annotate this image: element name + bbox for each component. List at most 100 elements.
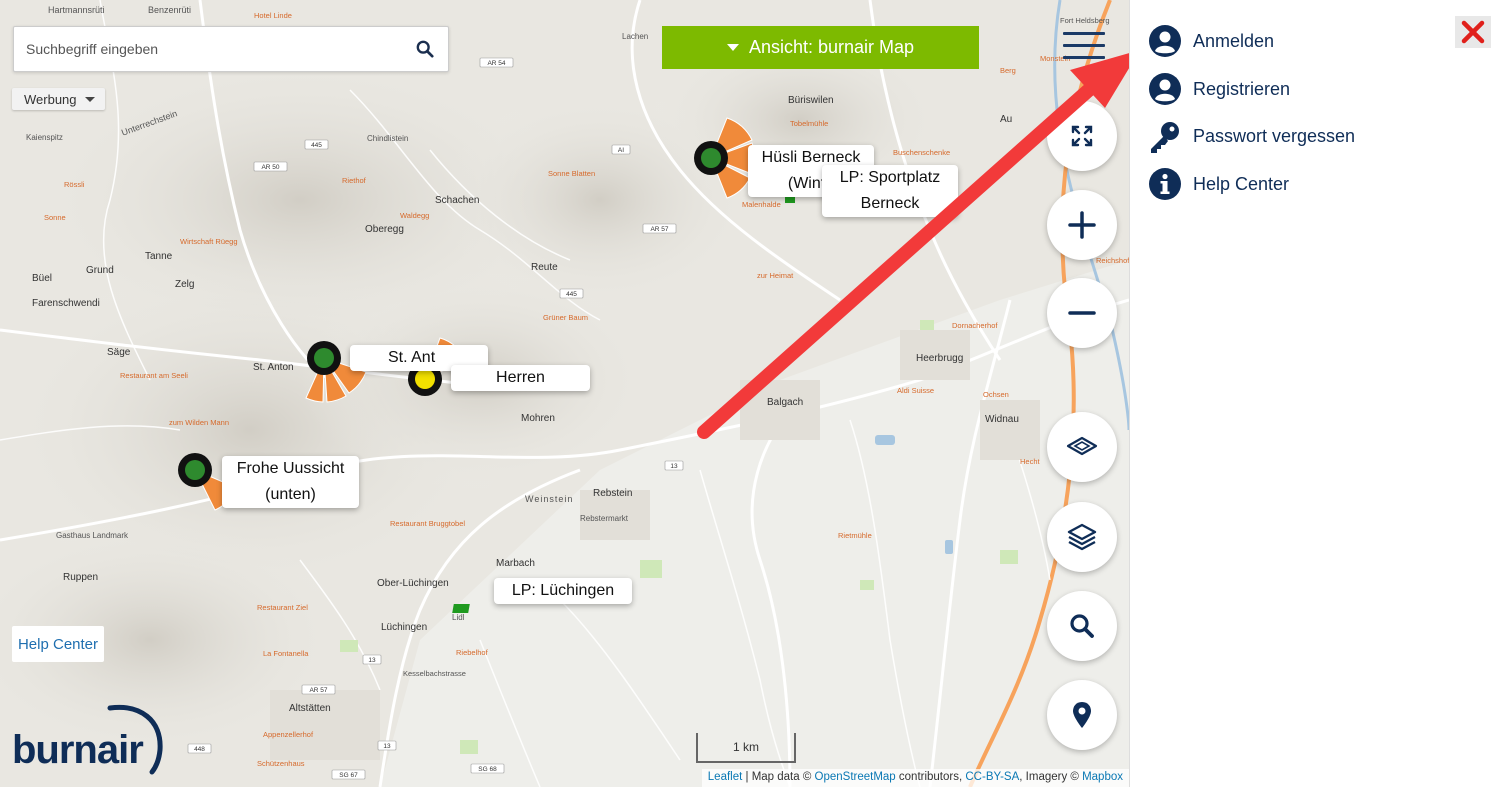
place-label: Waldegg bbox=[400, 211, 430, 220]
marker-label-sportplatz-berneck[interactable]: LP: Sportplatz Berneck bbox=[822, 165, 958, 217]
place-label: Rössli bbox=[64, 180, 85, 189]
place-label: Weinstein bbox=[525, 494, 574, 504]
view-selector-label: Ansicht: burnair Map bbox=[748, 37, 915, 57]
place-label: Schachen bbox=[435, 195, 480, 206]
map-attribution: Leaflet | Map data © OpenStreetMap contr… bbox=[701, 769, 1129, 787]
place-label: Balgach bbox=[767, 397, 804, 408]
place-label: Berg bbox=[1000, 66, 1016, 75]
layers-button[interactable] bbox=[1047, 502, 1117, 572]
place-label: Marbach bbox=[496, 558, 535, 569]
user-circle-icon bbox=[1148, 24, 1182, 58]
landing-marker-luechingen[interactable] bbox=[452, 604, 470, 613]
scale-bar: 1 km bbox=[696, 733, 796, 763]
launch-marker-st-anton[interactable] bbox=[307, 341, 341, 375]
zoom-in-button[interactable] bbox=[1047, 190, 1117, 260]
osm-link[interactable]: OpenStreetMap bbox=[815, 771, 896, 783]
zoom-out-button[interactable] bbox=[1047, 278, 1117, 348]
caret-down-icon bbox=[84, 96, 95, 102]
place-label: Widnau bbox=[985, 414, 1019, 425]
plus-icon bbox=[1068, 211, 1096, 239]
place-label: Benzenrüti bbox=[148, 5, 192, 15]
launch-marker-husli-berneck[interactable] bbox=[694, 141, 728, 175]
place-label: Oberegg bbox=[365, 224, 404, 235]
place-label: Lidl bbox=[452, 613, 465, 622]
place-label: Restaurant Bruggtobel bbox=[390, 519, 466, 528]
place-label: Büriswilen bbox=[788, 95, 834, 106]
place-label: Schützenhaus bbox=[257, 759, 305, 768]
layer-flat-icon bbox=[1066, 436, 1098, 456]
place-label: Heerbrugg bbox=[916, 353, 964, 364]
place-label: Kesselbachstrasse bbox=[403, 669, 466, 678]
marker-label-luechingen[interactable]: LP: Lüchingen bbox=[494, 578, 632, 604]
license-link[interactable]: CC-BY-SA bbox=[965, 771, 1019, 783]
location-pin-icon bbox=[1073, 702, 1091, 728]
place-label: Altstätten bbox=[289, 703, 331, 714]
scale-label: 1 km bbox=[732, 740, 759, 754]
mapbox-link[interactable]: Mapbox bbox=[1082, 771, 1123, 783]
place-label: Grüner Baum bbox=[543, 313, 589, 322]
map-search-button[interactable] bbox=[1047, 591, 1117, 661]
place-label: Lachen bbox=[622, 32, 649, 41]
place-label: Wirtschaft Rüegg bbox=[180, 237, 238, 246]
place-label: Reute bbox=[531, 262, 558, 273]
search-input[interactable] bbox=[14, 27, 402, 71]
menu-item-register[interactable]: Registrieren bbox=[1148, 71, 1290, 107]
minus-icon bbox=[1068, 311, 1096, 315]
search-icon bbox=[1070, 614, 1094, 638]
marker-label-herren[interactable]: Herren bbox=[451, 365, 590, 391]
menu-icon[interactable] bbox=[1063, 32, 1105, 64]
view-selector-button[interactable]: Ansicht: burnair Map bbox=[662, 26, 979, 69]
place-label: Hotel Linde bbox=[254, 11, 292, 20]
place-label: Riebelhof bbox=[456, 648, 488, 657]
place-label: Fort Heldsberg bbox=[1060, 16, 1110, 25]
ad-toggle-button[interactable]: Werbung bbox=[12, 88, 105, 110]
fullscreen-button[interactable] bbox=[1047, 101, 1117, 171]
place-label: Sonne bbox=[44, 213, 66, 222]
marker-label-line1: Herren bbox=[496, 369, 545, 386]
place-label: Chindlistein bbox=[367, 134, 409, 143]
menu-item-forgot-password[interactable]: Passwort vergessen bbox=[1148, 118, 1355, 154]
place-label: La Fontanella bbox=[263, 649, 309, 658]
help-center-link[interactable]: Help Center bbox=[12, 626, 104, 662]
caret-down-icon bbox=[726, 44, 739, 51]
attribution-text: | Map data © bbox=[742, 771, 815, 783]
place-label: Kaienspitz bbox=[26, 133, 63, 142]
layer-flat-button[interactable] bbox=[1047, 412, 1117, 482]
place-label: Tobelmühle bbox=[790, 119, 829, 128]
place-label: Büel bbox=[32, 273, 53, 284]
place-label: Rebstermarkt bbox=[580, 514, 629, 523]
marker-label-line2: (unten) bbox=[265, 486, 316, 503]
menu-item-label: Anmelden bbox=[1193, 30, 1275, 51]
side-menu: Anmelden Registrieren Passwort vergessen… bbox=[1129, 0, 1504, 787]
marker-label-line1: LP: Sportplatz bbox=[839, 169, 941, 186]
place-label: Zelg bbox=[175, 279, 195, 290]
close-menu-button[interactable] bbox=[1455, 16, 1491, 48]
menu-item-help-center[interactable]: Help Center bbox=[1148, 166, 1289, 202]
menu-item-label: Registrieren bbox=[1193, 78, 1291, 99]
menu-item-label: Passwort vergessen bbox=[1193, 125, 1356, 146]
place-label: Ober-Lüchingen bbox=[377, 578, 449, 589]
place-label: Hartmannsrüti bbox=[48, 5, 105, 15]
map-canvas[interactable]: Hartmannsrüti Benzenrüti Hotel Linde Unt… bbox=[0, 0, 1129, 787]
place-label: Sonne Blatten bbox=[548, 169, 596, 178]
leaflet-link[interactable]: Leaflet bbox=[708, 771, 743, 783]
launch-marker-frohe-uussicht[interactable] bbox=[178, 453, 212, 487]
place-label: Grund bbox=[86, 265, 114, 276]
marker-label-line1: LP: Lüchingen bbox=[511, 582, 615, 599]
place-label: Säge bbox=[107, 347, 131, 358]
expand-icon bbox=[1071, 125, 1093, 147]
layers-icon bbox=[1067, 523, 1097, 551]
place-label: Reichshof bbox=[1096, 256, 1129, 265]
marker-label-line2: Berneck bbox=[860, 195, 920, 212]
search-icon bbox=[416, 40, 434, 58]
menu-item-login[interactable]: Anmelden bbox=[1148, 23, 1274, 59]
user-circle-icon bbox=[1148, 72, 1182, 106]
locate-button[interactable] bbox=[1047, 680, 1117, 750]
marker-label-frohe-uussicht[interactable]: Frohe Uussicht (unten) bbox=[222, 456, 359, 508]
place-label: Restaurant Ziel bbox=[257, 603, 308, 612]
key-icon bbox=[1148, 119, 1182, 153]
place-label: Hecht bbox=[1020, 457, 1040, 466]
menu-item-label: Help Center bbox=[1193, 173, 1290, 194]
place-label: Buschenschenke bbox=[893, 148, 951, 157]
search-button[interactable] bbox=[402, 26, 448, 72]
